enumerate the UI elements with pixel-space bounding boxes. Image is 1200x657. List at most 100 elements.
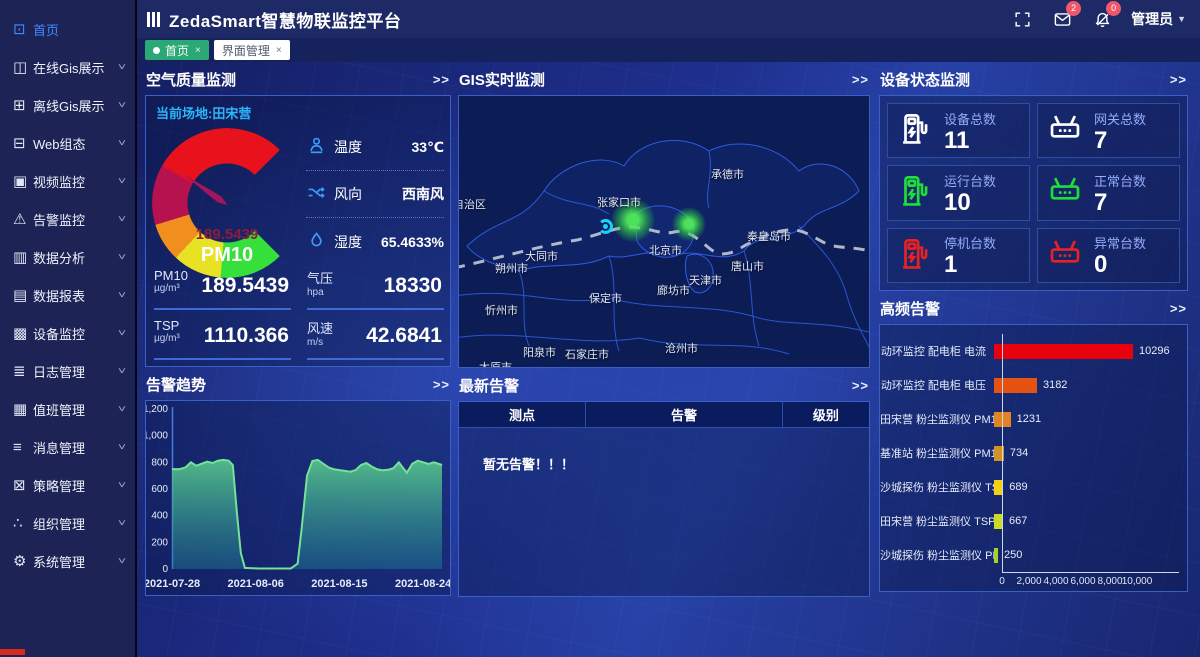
tab-close-icon[interactable]: × xyxy=(276,45,282,56)
chevron-down-icon: ˅ xyxy=(118,556,126,567)
chevron-down-icon: ˅ xyxy=(118,328,126,339)
bell-mute-icon[interactable]: 0 xyxy=(1091,8,1113,30)
sidebar-item-label: 首页 xyxy=(33,20,125,39)
freq-panel-more-link[interactable]: >> xyxy=(1170,301,1187,316)
scrollbar-thumb[interactable] xyxy=(0,649,25,655)
sidebar-item-12[interactable]: ≡消息管理˅ xyxy=(0,428,135,466)
svg-text:600: 600 xyxy=(151,484,168,495)
freq-bar-value: 10296 xyxy=(1139,345,1170,357)
sidebar-item-label: 设备监控 xyxy=(33,324,119,343)
freq-bar[interactable] xyxy=(994,548,998,563)
loading-spinner-marker[interactable] xyxy=(598,219,613,234)
map-city-label: 自治区 xyxy=(458,196,486,212)
latest-panel-more-link[interactable]: >> xyxy=(852,378,869,393)
map-city-label: 廊坊市 xyxy=(657,282,690,298)
freq-bar-value: 689 xyxy=(1009,481,1027,493)
freq-bar-track: 1231 xyxy=(994,412,1187,427)
mail-icon[interactable]: 2 xyxy=(1051,8,1073,30)
sidebar-item-10[interactable]: ≣日志管理˅ xyxy=(0,352,135,390)
latest-panel-title: 最新告警 xyxy=(459,375,519,396)
data-analysis-icon: ▥ xyxy=(13,248,33,266)
data-report-icon: ▤ xyxy=(13,286,33,304)
map-city-label: 石家庄市 xyxy=(565,346,609,362)
svg-text:1,000: 1,000 xyxy=(146,431,168,442)
device-status-cell: 设备总数11 xyxy=(887,103,1030,158)
fullscreen-icon[interactable] xyxy=(1011,8,1033,30)
freq-bar-rows: 动环监控 配电柜 电流10296动环监控 配电柜 电压3182田宋营 粉尘监测仪… xyxy=(880,334,1187,572)
sidebar-item-label: 离线Gis展示 xyxy=(33,96,119,115)
sidebar-item-6[interactable]: ⚠告警监控˅ xyxy=(0,200,135,238)
sidebar-item-9[interactable]: ▩设备监控˅ xyxy=(0,314,135,352)
tabstrip: 首页×界面管理× xyxy=(137,38,1200,62)
tab-1[interactable]: 首页× xyxy=(145,40,209,60)
wind-direction-icon xyxy=(306,182,334,206)
site-glow-marker[interactable] xyxy=(672,207,706,241)
air-row-value: 西南风 xyxy=(402,184,444,204)
freq-bar[interactable] xyxy=(994,344,1133,359)
freq-bar-track: 250 xyxy=(994,548,1187,563)
message-manage-icon: ≡ xyxy=(13,439,33,456)
map-city-label: 忻州市 xyxy=(485,302,518,318)
device-cell-value: 0 xyxy=(1094,252,1146,277)
freq-bar-row: 沙城探伤 粉尘监测仪 TSP689 xyxy=(880,470,1187,504)
freq-bar-value: 250 xyxy=(1004,549,1022,561)
gis-map[interactable]: 承德市张家口市自治区秦皇岛市大同市朔州市北京市唐山市天津市廊坊市保定市忻州市沧州… xyxy=(458,95,870,368)
freq-bar-label: 田宋营 粉尘监测仪 TSP xyxy=(880,513,994,529)
tab-2[interactable]: 界面管理× xyxy=(214,40,290,60)
tab-close-icon[interactable]: × xyxy=(195,45,201,56)
metric-value: 1110.366 xyxy=(204,324,289,348)
freq-axis-tick-label: 0 xyxy=(999,576,1005,587)
sidebar-item-7[interactable]: ▥数据分析˅ xyxy=(0,238,135,276)
menu-bars-icon[interactable] xyxy=(147,12,160,27)
freq-bar-row: 基准站 粉尘监测仪 PM10734 xyxy=(880,436,1187,470)
air-panel-more-link[interactable]: >> xyxy=(433,72,450,87)
device-status-cell: 运行台数10 xyxy=(887,165,1030,220)
gis-panel-more-link[interactable]: >> xyxy=(852,72,869,87)
freq-bar-track: 10296 xyxy=(994,344,1187,359)
humidity-icon xyxy=(306,230,334,254)
sidebar-item-label: 值班管理 xyxy=(33,400,119,419)
device-panel-title: 设备状态监测 xyxy=(880,69,970,90)
sidebar-item-14[interactable]: ∴组织管理˅ xyxy=(0,504,135,542)
gateway-icon xyxy=(1046,172,1084,213)
map-borders xyxy=(459,96,869,367)
sidebar-item-label: 数据分析 xyxy=(33,248,119,267)
sidebar-item-11[interactable]: ▦值班管理˅ xyxy=(0,390,135,428)
sidebar-item-label: 策略管理 xyxy=(33,476,119,495)
freq-bar-label: 动环监控 配电柜 电压 xyxy=(880,377,994,393)
map-city-label: 唐山市 xyxy=(731,258,764,274)
charging-pile-icon xyxy=(896,110,934,151)
svg-text:200: 200 xyxy=(151,537,168,548)
device-status-cell: 异常台数0 xyxy=(1037,228,1180,283)
air-condition-row: 温度33℃ xyxy=(306,124,444,171)
bell-badge: 0 xyxy=(1106,1,1121,16)
chevron-down-icon: ˅ xyxy=(118,62,126,73)
gauge-metric-label: PM10 xyxy=(152,244,302,267)
device-panel-more-link[interactable]: >> xyxy=(1170,72,1187,87)
main-area: ZedaSmart智慧物联监控平台 2 0 管理员 ▼ xyxy=(137,0,1200,657)
sidebar-item-15[interactable]: ⚙系统管理˅ xyxy=(0,542,135,580)
org-manage-icon: ∴ xyxy=(13,514,33,532)
sidebar-item-8[interactable]: ▤数据报表˅ xyxy=(0,276,135,314)
sidebar-item-2[interactable]: ◫在线Gis展示˅ xyxy=(0,48,135,86)
freq-axis-tick-label: 6,000 xyxy=(1070,576,1095,587)
device-monitor-icon: ▩ xyxy=(13,324,33,342)
gateway-icon xyxy=(1046,110,1084,151)
dashboard-content: 空气质量监测 >> 当前场地:田宋营 189.5439 PM10 温度33℃风向… xyxy=(137,62,1200,657)
sidebar-item-4[interactable]: ⊟Web组态˅ xyxy=(0,124,135,162)
person-icon xyxy=(306,135,334,159)
freq-bar[interactable] xyxy=(994,378,1037,393)
sidebar-item-3[interactable]: ⊞离线Gis展示˅ xyxy=(0,86,135,124)
sidebar-item-13[interactable]: ⊠策略管理˅ xyxy=(0,466,135,504)
duty-manage-icon: ▦ xyxy=(13,400,33,418)
trend-panel-more-link[interactable]: >> xyxy=(433,377,450,392)
sidebar-item-1[interactable]: ⊡首页 xyxy=(0,10,135,48)
svg-text:1,200: 1,200 xyxy=(146,404,168,415)
user-menu[interactable]: 管理员 ▼ xyxy=(1131,9,1186,29)
trend-panel: 1,2001,0008006004002000 2021-07-282021-0… xyxy=(145,400,451,596)
column-device: 设备状态监测 >> 设备总数11网关总数7运行台数10正常台数7停机台数1异常台… xyxy=(879,62,1188,592)
sidebar-item-5[interactable]: ▣视频监控˅ xyxy=(0,162,135,200)
map-city-label: 北京市 xyxy=(649,242,682,258)
device-cell-info: 网关总数7 xyxy=(1094,109,1146,153)
map-city-label: 阳泉市 xyxy=(523,344,556,360)
